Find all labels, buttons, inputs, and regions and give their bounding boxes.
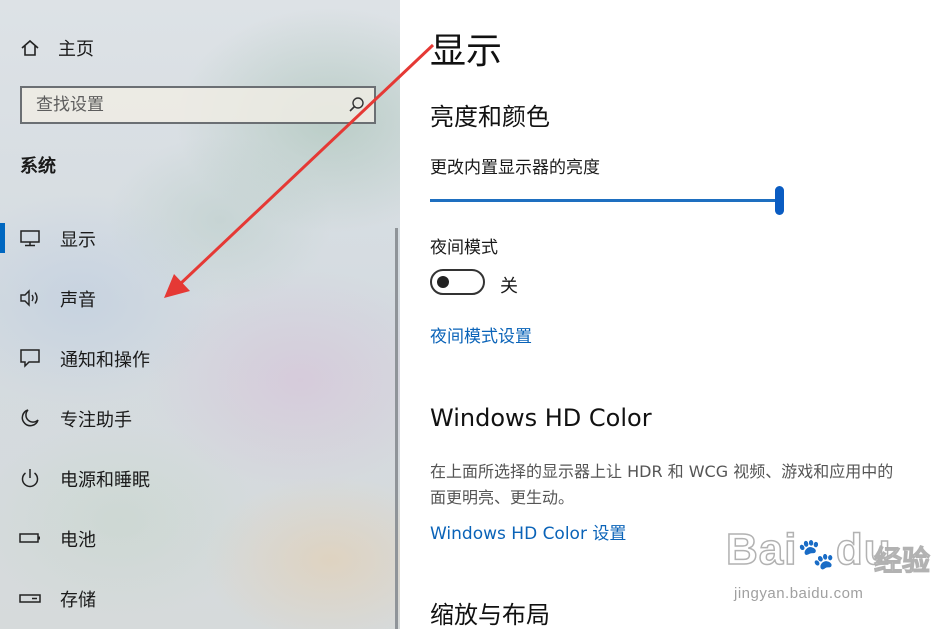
speaker-icon bbox=[20, 289, 38, 307]
night-mode-label: 夜间模式 bbox=[430, 238, 498, 258]
sidebar-item-battery[interactable]: 电池 bbox=[0, 518, 390, 558]
storage-icon bbox=[19, 594, 41, 603]
active-indicator bbox=[0, 223, 5, 253]
home-link[interactable]: 主页 bbox=[20, 35, 94, 61]
sidebar-item-label: 声音 bbox=[60, 290, 96, 311]
sidebar-item-label: 显示 bbox=[60, 230, 96, 251]
page-title: 显示 bbox=[430, 31, 503, 72]
home-icon bbox=[21, 39, 39, 56]
slider-fill bbox=[430, 199, 776, 202]
hd-color-desc-line1: 在上面所选择的显示器上让 HDR 和 WCG 视频、游戏和应用中的 bbox=[430, 462, 894, 481]
sidebar-item-label: 电池 bbox=[60, 530, 96, 551]
watermark-url: jingyan.baidu.com bbox=[734, 585, 864, 602]
brightness-section-title: 亮度和颜色 bbox=[430, 103, 550, 131]
night-mode-toggle[interactable] bbox=[430, 269, 485, 295]
sidebar: 主页 系统 显示 声音 bbox=[0, 0, 400, 629]
slider-thumb[interactable] bbox=[775, 186, 784, 215]
baidu-watermark: Bai🐾du 经验 jingyan.baidu.com bbox=[724, 524, 939, 610]
sidebar-item-label: 电源和睡眠 bbox=[60, 470, 150, 491]
scale-layout-section-title: 缩放与布局 bbox=[430, 601, 550, 629]
monitor-icon bbox=[20, 230, 40, 247]
sidebar-item-focus-assist[interactable]: 专注助手 bbox=[0, 398, 390, 438]
brightness-slider[interactable] bbox=[430, 186, 784, 216]
hd-color-settings-link[interactable]: Windows HD Color 设置 bbox=[430, 519, 626, 544]
sidebar-item-storage[interactable]: 存储 bbox=[0, 578, 390, 618]
sidebar-item-label: 专注助手 bbox=[60, 410, 132, 431]
watermark-product: 经验 bbox=[873, 544, 931, 578]
search-icon[interactable] bbox=[348, 96, 366, 114]
toggle-knob bbox=[437, 276, 449, 288]
section-title: 系统 bbox=[20, 156, 56, 177]
power-icon bbox=[21, 469, 39, 488]
search-box[interactable] bbox=[20, 86, 376, 124]
night-mode-state: 关 bbox=[500, 276, 518, 297]
hd-color-desc-line2: 面更明亮、更生动。 bbox=[430, 488, 575, 507]
sidebar-item-sound[interactable]: 声音 bbox=[0, 278, 390, 318]
sidebar-item-label: 通知和操作 bbox=[60, 350, 150, 371]
sidebar-item-notifications[interactable]: 通知和操作 bbox=[0, 338, 390, 378]
sidebar-item-power-sleep[interactable]: 电源和睡眠 bbox=[0, 458, 390, 498]
search-input[interactable] bbox=[22, 94, 338, 116]
sidebar-item-label: 存储 bbox=[60, 590, 96, 611]
night-mode-settings-link[interactable]: 夜间模式设置 bbox=[430, 322, 532, 347]
hd-color-title: Windows HD Color bbox=[430, 404, 652, 432]
home-label: 主页 bbox=[58, 39, 94, 60]
moon-icon bbox=[21, 409, 39, 427]
settings-window: 主页 系统 显示 声音 bbox=[0, 0, 949, 629]
notification-icon bbox=[20, 349, 40, 368]
battery-icon bbox=[19, 533, 40, 543]
watermark-brand: Bai🐾du bbox=[725, 524, 892, 575]
hd-color-description: 在上面所选择的显示器上让 HDR 和 WCG 视频、游戏和应用中的 面更明亮、更… bbox=[430, 459, 949, 511]
sidebar-scrollbar[interactable] bbox=[395, 228, 398, 629]
brightness-label: 更改内置显示器的亮度 bbox=[430, 158, 600, 178]
sidebar-item-display[interactable]: 显示 bbox=[0, 218, 390, 258]
